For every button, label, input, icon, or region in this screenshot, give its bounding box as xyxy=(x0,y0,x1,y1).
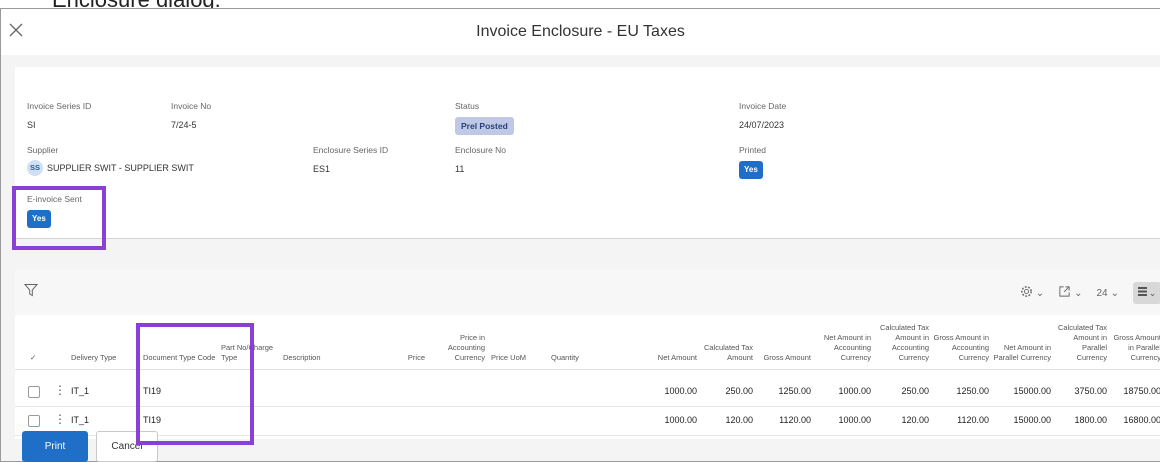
supplier-value[interactable]: SUPPLIER SWIT - SUPPLIER SWIT xyxy=(47,162,194,174)
col-price-accounting[interactable]: Price in Accounting Currency xyxy=(435,333,485,363)
enclosure-lines-table: ⌄ ⌄ 24 ⌄ ⌄ ✓ Delivery Type Document Type… xyxy=(15,269,1160,439)
col-part-no-charge-type[interactable]: Part No/Charge Type xyxy=(221,343,291,363)
chevron-down-icon: ⌄ xyxy=(1148,287,1157,298)
invoice-date-value: 24/07/2023 xyxy=(739,120,785,130)
settings-menu[interactable]: ⌄ xyxy=(1020,285,1044,301)
select-all-icon[interactable]: ✓ xyxy=(30,353,36,363)
view-toggle-button[interactable]: ⌄ xyxy=(1133,282,1160,304)
col-price-uom[interactable]: Price UoM xyxy=(491,353,541,363)
printed-badge: Yes xyxy=(739,161,763,179)
row-checkbox[interactable] xyxy=(28,386,40,398)
cell-delivery-type: IT_1 xyxy=(71,386,90,396)
supplier-label: Supplier xyxy=(27,145,59,155)
grid-view-icon xyxy=(1137,287,1147,299)
cell-net-amount-accounting: 1000.00 xyxy=(838,386,871,396)
col-document-type-code[interactable]: Document Type Code xyxy=(143,353,223,363)
cell-gross-amount-parallel: 18750.00 xyxy=(1123,386,1160,396)
col-calc-tax-parallel[interactable]: Calculated Tax Amount in Parallel Curren… xyxy=(1055,323,1107,363)
more-options-icon[interactable]: ⋮ xyxy=(54,383,66,397)
print-button[interactable]: Print xyxy=(22,431,88,462)
enclosure-no-value: 11 xyxy=(455,164,465,174)
cell-calc-tax-accounting: 120.00 xyxy=(901,415,929,425)
table-header: ✓ Delivery Type Document Type Code Part … xyxy=(15,315,1160,370)
cell-net-amount-parallel: 15000.00 xyxy=(1013,386,1051,396)
cell-gross-amount-accounting: 1250.00 xyxy=(956,386,989,396)
cell-calc-tax-amount: 250.00 xyxy=(725,386,753,396)
invoice-series-id-field: Invoice Series ID SI xyxy=(27,101,91,131)
invoice-series-id-value: SI xyxy=(27,120,36,130)
cell-calc-tax-accounting: 250.00 xyxy=(901,386,929,396)
page-size-select[interactable]: 24 ⌄ xyxy=(1096,288,1119,299)
cell-gross-amount-accounting: 1120.00 xyxy=(957,415,989,425)
invoice-date-field: Invoice Date 24/07/2023 xyxy=(739,101,786,131)
filter-icon[interactable] xyxy=(23,283,39,297)
col-calc-tax-accounting[interactable]: Calculated Tax Amount in Accounting Curr… xyxy=(877,323,929,363)
dialog-header: Invoice Enclosure - EU Taxes xyxy=(1,9,1160,55)
cell-calc-tax-parallel: 3750.00 xyxy=(1074,386,1107,396)
cell-gross-amount: 1120.00 xyxy=(779,415,811,425)
einvoice-sent-field: E-invoice Sent Yes xyxy=(27,194,82,228)
einvoice-sent-label: E-invoice Sent xyxy=(27,194,82,204)
gear-icon xyxy=(1020,285,1033,301)
col-net-amount[interactable]: Net Amount xyxy=(645,353,697,363)
avatar: SS xyxy=(27,160,43,176)
col-calc-tax-amount[interactable]: Calculated Tax Amount xyxy=(703,343,753,363)
col-net-amount-parallel[interactable]: Net Amount in Parallel Currency xyxy=(993,343,1051,363)
cell-calc-tax-parallel: 1800.00 xyxy=(1074,415,1107,425)
col-gross-amount-accounting[interactable]: Gross Amount in Accounting Currency xyxy=(933,333,989,363)
dialog-title: Invoice Enclosure - EU Taxes xyxy=(476,23,685,40)
cell-document-type-code: TI19 xyxy=(143,386,162,396)
chevron-down-icon: ⌄ xyxy=(1035,287,1045,299)
export-icon xyxy=(1058,285,1071,301)
status-badge: Prel Posted xyxy=(455,117,514,135)
cell-document-type-code: TI19 xyxy=(143,415,162,425)
invoice-enclosure-dialog: Invoice Enclosure - EU Taxes Invoice Ser… xyxy=(0,8,1160,462)
enclosure-series-id-value: ES1 xyxy=(313,164,331,174)
cancel-button[interactable]: Cancel xyxy=(96,431,158,462)
toolbar-right: ⌄ ⌄ 24 ⌄ ⌄ xyxy=(1020,282,1160,304)
status-field: Status Prel Posted xyxy=(455,101,514,135)
invoice-series-id-label: Invoice Series ID xyxy=(27,101,92,111)
col-description[interactable]: Description xyxy=(283,353,343,363)
export-menu[interactable]: ⌄ xyxy=(1058,285,1082,301)
enclosure-series-id-label: Enclosure Series ID xyxy=(313,145,389,155)
header-card: Invoice Series ID SI Invoice No 7/24-5 S… xyxy=(15,67,1160,239)
cell-delivery-type: IT_1 xyxy=(71,415,90,425)
cell-net-amount: 1000.00 xyxy=(664,386,697,396)
col-gross-amount-parallel[interactable]: Gross Amount in Parallel Currency xyxy=(1111,333,1160,363)
cell-gross-amount: 1250.00 xyxy=(778,386,811,396)
cell-net-amount-accounting: 1000.00 xyxy=(838,415,871,425)
chevron-down-icon: ⌄ xyxy=(1074,287,1083,299)
col-net-amount-accounting[interactable]: Net Amount in Accounting Currency xyxy=(815,333,871,363)
printed-label: Printed xyxy=(739,145,766,155)
invoice-no-field: Invoice No 7/24-5 xyxy=(171,101,211,131)
enclosure-no-field: Enclosure No 11 xyxy=(455,145,506,175)
einvoice-sent-badge: Yes xyxy=(27,210,51,228)
table-row[interactable]: ⋮ IT_1 TI19 1000.00 250.00 1250.00 1000.… xyxy=(15,377,1160,407)
page-size-value: 24 xyxy=(1096,287,1108,299)
supplier-field: Supplier SS SUPPLIER SWIT - SUPPLIER SWI… xyxy=(27,145,194,176)
invoice-date-label: Invoice Date xyxy=(739,101,787,111)
cell-gross-amount-parallel: 16800.00 xyxy=(1123,415,1160,425)
printed-field: Printed Yes xyxy=(739,145,766,179)
chevron-down-icon: ⌄ xyxy=(1110,287,1119,299)
cell-calc-tax-amount: 120.00 xyxy=(725,415,753,425)
table-row[interactable]: ⋮ IT_1 TI19 1000.00 120.00 1120.00 1000.… xyxy=(15,406,1160,436)
col-gross-amount[interactable]: Gross Amount xyxy=(757,353,811,363)
invoice-no-label: Invoice No xyxy=(171,101,212,111)
col-quantity[interactable]: Quantity xyxy=(551,353,601,363)
cell-net-amount: 1000.00 xyxy=(664,415,697,425)
more-options-icon[interactable]: ⋮ xyxy=(54,412,66,426)
status-label: Status xyxy=(455,101,480,111)
enclosure-no-label: Enclosure No xyxy=(455,145,507,155)
invoice-no-value: 7/24-5 xyxy=(171,120,197,130)
enclosure-series-id-field: Enclosure Series ID ES1 xyxy=(313,145,388,175)
row-checkbox[interactable] xyxy=(28,415,40,427)
col-delivery-type[interactable]: Delivery Type xyxy=(71,353,131,363)
cell-net-amount-parallel: 15000.00 xyxy=(1013,415,1051,425)
col-price[interactable]: Price xyxy=(395,353,425,363)
table-toolbar: ⌄ ⌄ 24 ⌄ ⌄ xyxy=(15,269,1160,315)
